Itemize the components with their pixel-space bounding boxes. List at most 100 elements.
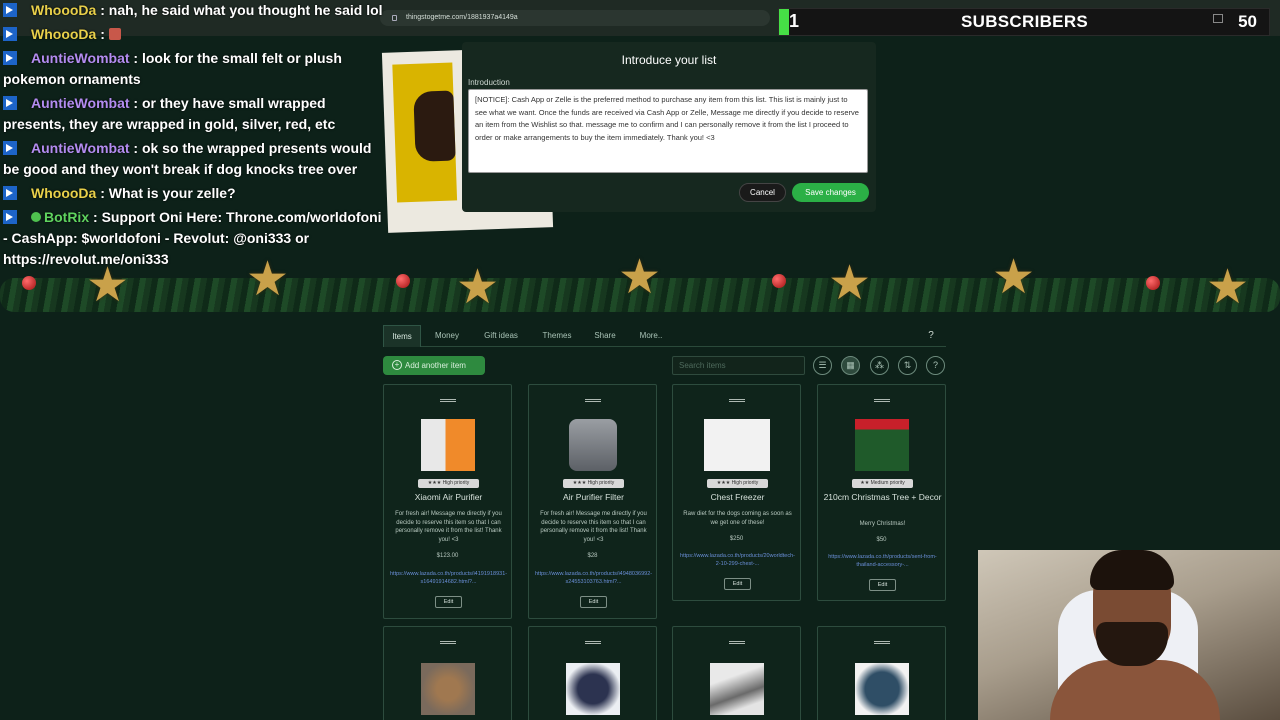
- item-description: For fresh air! Message me directly if yo…: [540, 511, 647, 543]
- priority-badge: ★★★ High priority: [563, 479, 624, 488]
- sort-icon[interactable]: ⇅: [898, 356, 917, 375]
- star-icon: ★: [456, 261, 500, 314]
- introduce-list-dialog: Introduce your list Introduction [NOTICE…: [462, 42, 876, 212]
- drag-handle-icon[interactable]: [440, 641, 456, 644]
- chat-message: AuntieWombat : or they have small wrappe…: [0, 93, 385, 135]
- item-link[interactable]: https://www.lazada.co.th/products/i41919…: [390, 570, 507, 586]
- subscriber-count: 1: [789, 11, 800, 31]
- ornament-icon: [1146, 276, 1160, 290]
- ornament-icon: [772, 274, 786, 288]
- chat-username: WhoooDa: [31, 26, 97, 42]
- drag-handle-icon[interactable]: [874, 641, 890, 644]
- tab-themes[interactable]: Themes: [537, 325, 577, 347]
- item-card[interactable]: ★★★ High priority Xiaomi Air Purifier Fo…: [383, 384, 512, 619]
- chat-username: AuntieWombat: [31, 95, 130, 111]
- search-input[interactable]: Search items: [672, 356, 805, 375]
- cancel-button[interactable]: Cancel: [739, 183, 786, 202]
- subscriber-goal: 50: [1238, 12, 1257, 31]
- introduction-textarea[interactable]: [NOTICE]: Cash App or Zelle is the prefe…: [468, 89, 868, 173]
- tab-items[interactable]: Items: [383, 325, 421, 347]
- star-icon: ★: [618, 254, 662, 304]
- item-card[interactable]: ★★ Medium priority 210cm Christmas Tree …: [817, 384, 946, 601]
- edit-button[interactable]: Edit: [580, 596, 607, 608]
- edit-button[interactable]: Edit: [724, 578, 751, 590]
- drag-handle-icon[interactable]: [440, 399, 456, 402]
- item-name: 210cm Christmas Tree + Decor: [823, 492, 942, 502]
- chat-overlay: WhoooDa : nah, he said what you thought …: [0, 0, 385, 273]
- address-bar-url: thingstogetme.com/1881937a4149a: [406, 14, 518, 21]
- webcam-hair: [1090, 550, 1174, 590]
- drag-handle-icon[interactable]: [585, 399, 601, 402]
- edit-button[interactable]: Edit: [869, 579, 896, 591]
- item-link[interactable]: https://www.lazada.co.th/products/i49480…: [535, 570, 652, 586]
- chat-message: WhoooDa :: [0, 24, 385, 45]
- drag-handle-icon[interactable]: [874, 399, 890, 402]
- ornament-icon: [22, 276, 36, 290]
- chat-text: : nah, he said what you thought he said …: [100, 2, 383, 18]
- item-card[interactable]: [383, 626, 512, 720]
- twitch-icon: [3, 96, 17, 110]
- subscriber-progress-fill: [779, 9, 789, 35]
- twitch-icon: [3, 141, 17, 155]
- chat-username: AuntieWombat: [31, 140, 130, 156]
- address-bar[interactable]: thingstogetme.com/1881937a4149a: [380, 10, 770, 26]
- item-price: $123.00: [436, 553, 459, 559]
- dialog-title: Introduce your list: [621, 53, 717, 67]
- item-description: Raw diet for the dogs coming as soon as …: [683, 511, 792, 526]
- introduction-label: Introduction: [468, 78, 510, 87]
- drag-handle-icon[interactable]: [729, 399, 745, 402]
- item-card[interactable]: [672, 626, 801, 720]
- star-icon: ★: [1206, 261, 1250, 314]
- drag-handle-icon[interactable]: [585, 641, 601, 644]
- tab-more[interactable]: More..: [633, 325, 669, 347]
- emote-icon: [108, 28, 121, 40]
- save-changes-button[interactable]: Save changes: [792, 183, 869, 202]
- priority-badge: ★★ Medium priority: [852, 479, 913, 488]
- category-icon[interactable]: ⁂: [870, 356, 889, 375]
- twitch-icon: [3, 3, 17, 17]
- tab-gift-ideas[interactable]: Gift ideas: [479, 325, 523, 347]
- chat-username: AuntieWombat: [31, 50, 130, 66]
- item-card[interactable]: [817, 626, 946, 720]
- add-item-button[interactable]: + Add another item: [383, 356, 485, 375]
- item-link[interactable]: https://www.lazada.co.th/products/20worl…: [679, 552, 796, 568]
- twitch-icon: [3, 27, 17, 41]
- goal-icon: [1213, 14, 1223, 23]
- tab-money[interactable]: Money: [429, 325, 465, 347]
- priority-badge: ★★★ High priority: [707, 479, 768, 488]
- item-image: [569, 419, 617, 471]
- subscriber-goal-bar: 1 SUBSCRIBERS 50: [778, 8, 1270, 36]
- item-image: [710, 663, 764, 715]
- profile-face: [413, 90, 456, 162]
- help-icon[interactable]: ?: [923, 325, 939, 347]
- list-tabs: Items Money Gift ideas Themes Share More…: [383, 325, 946, 347]
- add-item-label: Add another item: [405, 361, 466, 370]
- drag-handle-icon[interactable]: [729, 641, 745, 644]
- item-card[interactable]: ★★★ High priority Chest Freezer Raw diet…: [672, 384, 801, 601]
- item-price: $250: [729, 536, 744, 542]
- item-image: [421, 663, 475, 715]
- plus-icon: +: [392, 360, 402, 370]
- item-link[interactable]: https://www.lazada.co.th/products/sent-f…: [824, 553, 941, 569]
- list-view-icon[interactable]: ☰: [813, 356, 832, 375]
- help-icon[interactable]: ?: [926, 356, 945, 375]
- verified-icon: [31, 212, 41, 222]
- tab-share[interactable]: Share: [591, 325, 619, 347]
- item-card[interactable]: [528, 626, 657, 720]
- item-description: For fresh air! Message me directly if yo…: [395, 511, 502, 543]
- item-price: $28: [587, 553, 598, 559]
- chat-username: BotRix: [44, 209, 90, 225]
- chat-message: AuntieWombat : look for the small felt o…: [0, 48, 385, 90]
- item-image: [855, 419, 909, 471]
- christmas-garland: ★ ★ ★ ★ ★ ★ ★: [0, 254, 1280, 318]
- item-card[interactable]: ★★★ High priority Air Purifier Filter Fo…: [528, 384, 657, 619]
- grid-view-icon[interactable]: ▦: [841, 356, 860, 375]
- edit-button[interactable]: Edit: [435, 596, 462, 608]
- webcam-feed: [978, 550, 1280, 720]
- star-icon: ★: [992, 254, 1036, 304]
- chat-text: : What is your zelle?: [100, 185, 236, 201]
- item-price: $50: [876, 537, 887, 543]
- ornament-icon: [396, 274, 410, 288]
- twitch-icon: [3, 51, 17, 65]
- item-description: Merry Christmas!: [859, 521, 906, 527]
